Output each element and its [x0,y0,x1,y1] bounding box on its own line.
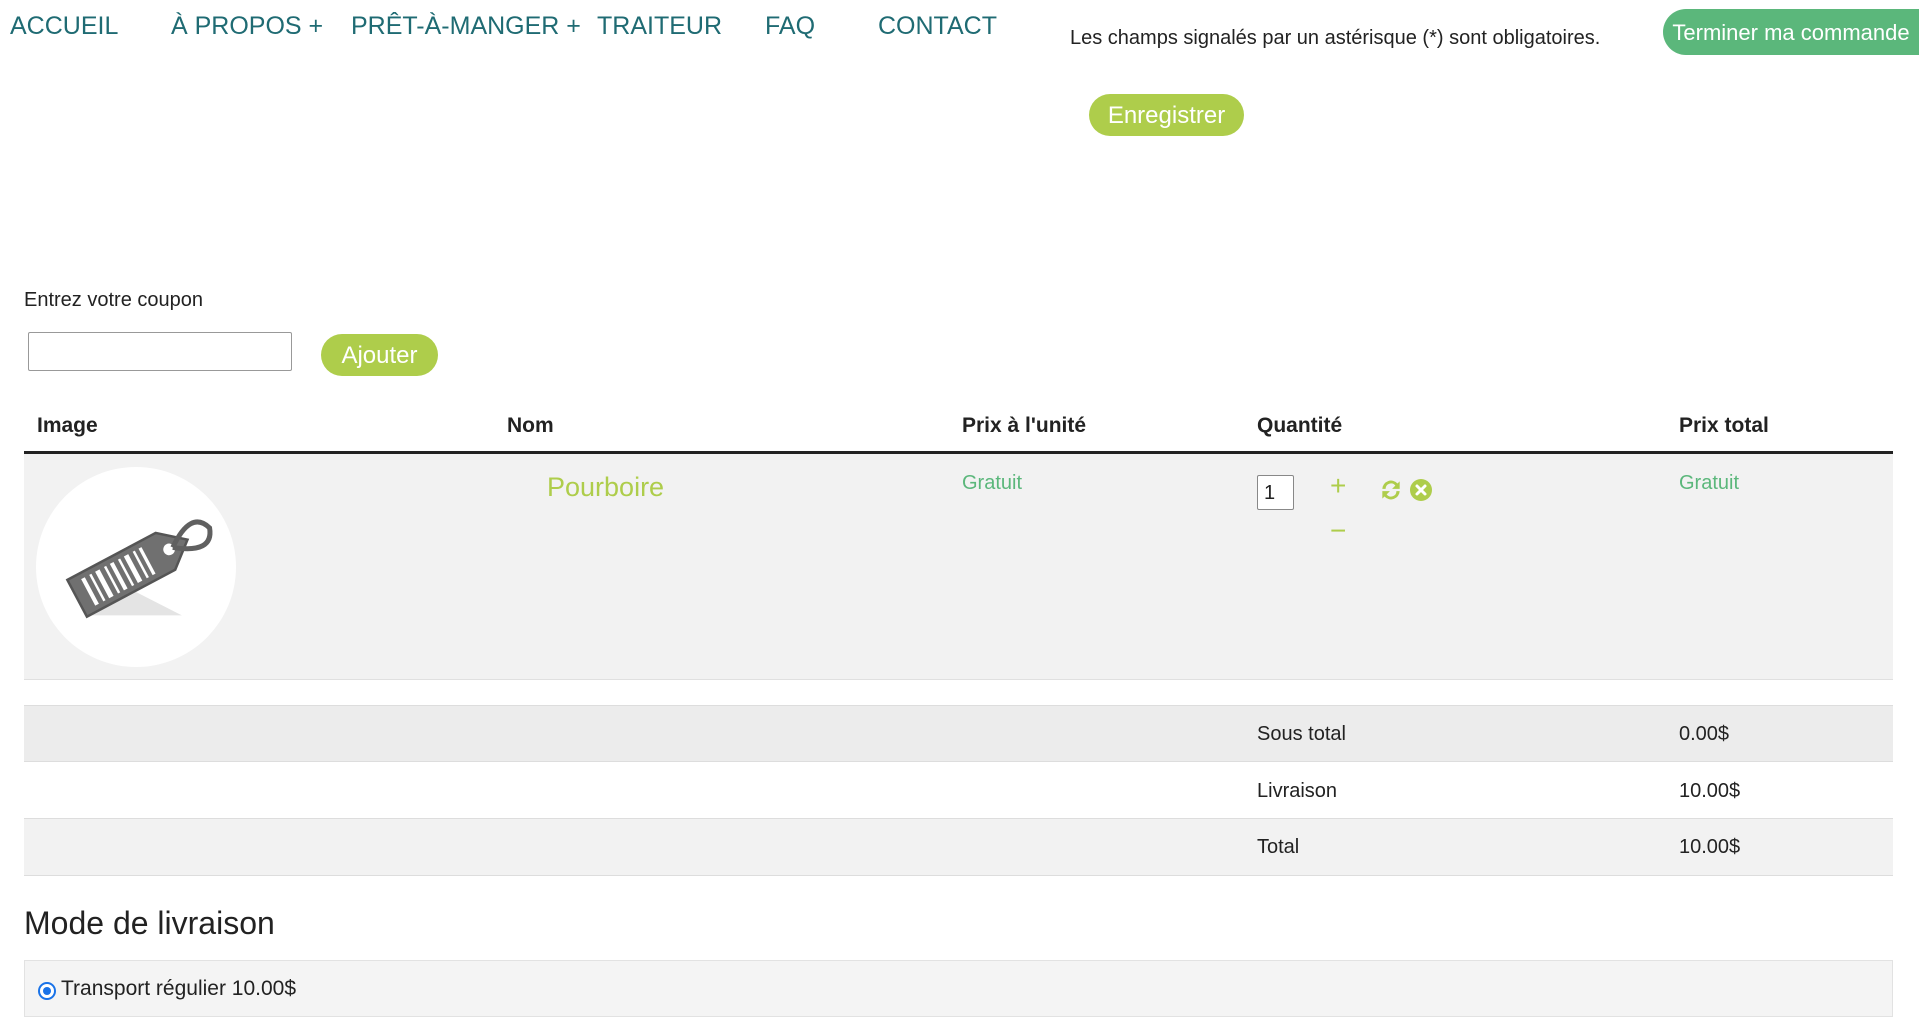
total-row [24,818,1893,876]
shipping-mode-title: Mode de livraison [24,905,275,941]
finish-order-button[interactable]: Terminer ma commande [1663,9,1919,55]
price-tag-icon [65,519,213,619]
nav-a-propos[interactable]: À PROPOS + [171,12,323,41]
header-quantity: Quantité [1257,414,1343,437]
add-coupon-button[interactable]: Ajouter [321,334,438,376]
product-name-link[interactable]: Pourboire [547,472,664,503]
header-image: Image [37,414,98,437]
header-name: Nom [507,414,554,437]
refresh-icon[interactable] [1378,477,1404,503]
nav-pret-a-manger[interactable]: PRÊT-À-MANGER + [351,12,581,41]
shipping-row [24,761,1893,818]
table-row [24,454,1893,680]
decrease-quantity-button[interactable]: − [1330,515,1346,547]
shipping-value: 10.00$ [1679,780,1741,802]
save-button[interactable]: Enregistrer [1089,94,1244,136]
nav-traiteur[interactable]: TRAITEUR [597,12,722,41]
nav-accueil[interactable]: ACCUEIL [10,12,118,41]
shipping-option [24,960,1893,1017]
shipping-option-label[interactable]: Transport régulier 10.00$ [61,977,296,1001]
quantity-input[interactable]: 1 [1257,475,1294,510]
coupon-label: Entrez votre coupon [24,289,203,311]
subtotal-label: Sous total [1257,723,1346,745]
subtotal-row [24,705,1893,762]
total-value: 10.00$ [1679,836,1741,858]
remove-item-icon[interactable] [1409,478,1433,502]
shipping-label: Livraison [1257,780,1338,802]
subtotal-value: 0.00$ [1679,723,1730,745]
product-image [36,467,236,667]
header-total-price: Prix total [1679,414,1769,437]
total-label: Total [1257,836,1300,858]
shipping-option-radio[interactable] [38,982,56,1000]
coupon-input[interactable] [28,332,292,371]
unit-price: Gratuit [962,472,1023,494]
total-price: Gratuit [1679,472,1740,494]
required-fields-message: Les champs signalés par un astérisque (*… [1070,27,1601,49]
nav-faq[interactable]: FAQ [765,12,815,41]
header-unit-price: Prix à l'unité [962,414,1087,437]
increase-quantity-button[interactable]: + [1330,470,1346,502]
nav-contact[interactable]: CONTACT [878,12,997,41]
